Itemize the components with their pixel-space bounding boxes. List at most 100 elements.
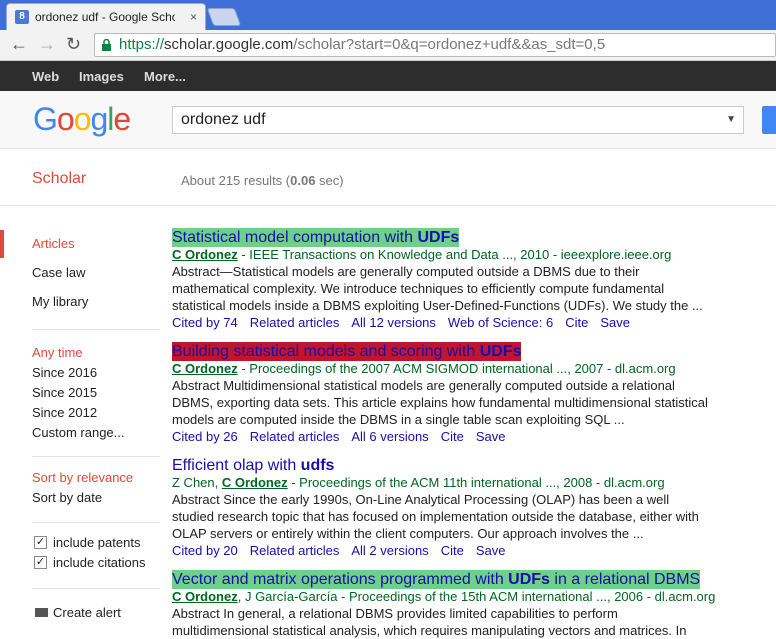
include-patents-checkbox[interactable]: ✓ bbox=[34, 536, 47, 549]
related-articles-link[interactable]: Related articles bbox=[250, 429, 340, 444]
create-alert-link[interactable]: Create alert bbox=[53, 605, 121, 620]
result-links: Cited by 20 Related articles All 2 version… bbox=[172, 542, 776, 560]
google-logo[interactable]: Google bbox=[33, 101, 131, 138]
author-link[interactable]: C Ordonez bbox=[172, 247, 238, 262]
forward-arrow-icon[interactable]: → bbox=[38, 34, 56, 55]
cited-by-link[interactable]: Cited by 20 bbox=[172, 543, 238, 558]
results-prefix: About 215 results ( bbox=[181, 173, 291, 188]
related-articles-link[interactable]: Related articles bbox=[250, 543, 340, 558]
result-meta: C Ordonez - IEEE Transactions on Knowled… bbox=[172, 247, 776, 263]
sidebar-item-articles[interactable]: Articles bbox=[32, 236, 75, 251]
result-snippet: Abstract Multidimensional statistical mo… bbox=[172, 378, 708, 427]
sidebar-item-sort-relevance[interactable]: Sort by relevance bbox=[32, 470, 133, 485]
meta-text: - Proceedings of the 2007 ACM SIGMOD int… bbox=[237, 361, 676, 376]
title-bold: udfs bbox=[300, 457, 335, 474]
result-item: Vector and matrix operations programmed … bbox=[172, 570, 776, 639]
meta-text: , J García-García - Proceedings of the 1… bbox=[237, 589, 716, 604]
title-text-post: in a relational DBMS bbox=[549, 571, 701, 588]
active-indicator bbox=[0, 230, 4, 258]
divider bbox=[32, 329, 160, 330]
result-snippet: Abstract Since the early 1990s, On-Line … bbox=[172, 492, 699, 541]
header: Google ordonez udf ▼ bbox=[0, 91, 776, 149]
google-bar: Web Images More... bbox=[0, 61, 776, 91]
browser-tab-bar: 8 ordonez udf - Google Scho × bbox=[0, 0, 776, 30]
all-versions-link[interactable]: All 6 versions bbox=[351, 429, 428, 444]
result-title[interactable]: Building statistical models and scoring … bbox=[172, 342, 522, 361]
divider bbox=[32, 456, 160, 457]
scholar-label[interactable]: Scholar bbox=[32, 170, 86, 188]
result-snippet: Abstract—Statistical models are generall… bbox=[172, 264, 703, 313]
logo-letter: e bbox=[113, 101, 131, 137]
title-bold: UDFs bbox=[417, 229, 460, 246]
sidebar-item-any-time[interactable]: Any time bbox=[32, 345, 83, 360]
results-time: 0.06 bbox=[290, 173, 316, 188]
gbar-more-link[interactable]: More... bbox=[144, 69, 186, 84]
author-link[interactable]: C Ordonez bbox=[222, 475, 288, 490]
result-links: Cited by 74 Related articles All 12 versio… bbox=[172, 314, 776, 332]
include-citations-label[interactable]: include citations bbox=[53, 555, 146, 570]
logo-letter: o bbox=[73, 101, 92, 137]
browser-toolbar: ← → ↻ https://scholar.google.com/scholar… bbox=[0, 30, 776, 61]
save-link[interactable]: Save bbox=[476, 429, 506, 444]
sidebar: Articles Case law My library Any time Si… bbox=[0, 206, 160, 636]
author-link[interactable]: C Ordonez bbox=[172, 361, 238, 376]
search-input[interactable]: ordonez udf ▼ bbox=[172, 106, 744, 134]
envelope-icon bbox=[35, 608, 48, 617]
result-title[interactable]: Vector and matrix operations programmed … bbox=[172, 570, 701, 589]
cite-link[interactable]: Cite bbox=[441, 429, 464, 444]
sidebar-item-sort-date[interactable]: Sort by date bbox=[32, 490, 102, 505]
logo-letter: o bbox=[56, 101, 75, 137]
title-text: Statistical model computation with bbox=[172, 229, 418, 246]
gbar-web-link[interactable]: Web bbox=[32, 69, 59, 84]
title-bold: UDFs bbox=[508, 571, 550, 588]
all-versions-link[interactable]: All 12 versions bbox=[351, 315, 436, 330]
sidebar-item-my-library[interactable]: My library bbox=[32, 294, 88, 309]
result-links: Cited by 26 Related articles All 6 version… bbox=[172, 428, 776, 446]
cited-by-link[interactable]: Cited by 74 bbox=[172, 315, 238, 330]
all-versions-link[interactable]: All 2 versions bbox=[351, 543, 428, 558]
web-of-science-link[interactable]: Web of Science: 6 bbox=[448, 315, 553, 330]
cited-by-link[interactable]: Cited by 26 bbox=[172, 429, 238, 444]
result-meta: C Ordonez, J García-García - Proceedings… bbox=[172, 589, 776, 605]
result-title[interactable]: Efficient olap with udfs bbox=[172, 456, 334, 475]
url-host: scholar.google.com bbox=[164, 36, 294, 53]
browser-tab[interactable]: 8 ordonez udf - Google Scho × bbox=[6, 3, 206, 30]
meta-text: - IEEE Transactions on Knowledge and Dat… bbox=[237, 247, 672, 262]
include-citations-checkbox[interactable]: ✓ bbox=[34, 556, 47, 569]
divider bbox=[32, 588, 160, 589]
result-meta: C Ordonez - Proceedings of the 2007 ACM … bbox=[172, 361, 776, 377]
sidebar-item-since-2015[interactable]: Since 2015 bbox=[32, 385, 97, 400]
gbar-images-link[interactable]: Images bbox=[79, 69, 124, 84]
results-count: About 215 results (0.06 sec) bbox=[181, 173, 344, 188]
cite-link[interactable]: Cite bbox=[441, 543, 464, 558]
related-articles-link[interactable]: Related articles bbox=[250, 315, 340, 330]
search-query: ordonez udf bbox=[181, 111, 266, 128]
back-arrow-icon[interactable]: ← bbox=[10, 34, 28, 55]
include-patents-label[interactable]: include patents bbox=[53, 535, 140, 550]
new-tab-button[interactable] bbox=[206, 8, 242, 26]
result-item: Efficient olap with udfs Z Chen, C Ordon… bbox=[172, 456, 776, 560]
title-text: Vector and matrix operations programmed … bbox=[172, 571, 509, 588]
title-bold: UDFs bbox=[479, 343, 522, 360]
result-item: Building statistical models and scoring … bbox=[172, 342, 776, 446]
search-button[interactable] bbox=[762, 106, 776, 134]
result-title[interactable]: Statistical model computation with UDFs bbox=[172, 228, 460, 247]
sidebar-item-custom-range[interactable]: Custom range... bbox=[32, 425, 125, 440]
logo-letter: g bbox=[90, 101, 108, 137]
cite-link[interactable]: Cite bbox=[565, 315, 588, 330]
author-link[interactable]: C Ordonez bbox=[172, 589, 238, 604]
save-link[interactable]: Save bbox=[476, 543, 506, 558]
save-link[interactable]: Save bbox=[600, 315, 630, 330]
search-dropdown-icon[interactable]: ▼ bbox=[726, 107, 736, 133]
tab-close-icon[interactable]: × bbox=[190, 10, 197, 24]
reload-icon[interactable]: ↻ bbox=[66, 34, 81, 55]
subheader: Scholar About 215 results (0.06 sec) bbox=[0, 150, 776, 206]
title-text: Building statistical models and scoring … bbox=[172, 343, 480, 360]
results-suffix: sec) bbox=[315, 173, 344, 188]
scholar-favicon-icon: 8 bbox=[15, 10, 29, 24]
sidebar-item-since-2012[interactable]: Since 2012 bbox=[32, 405, 97, 420]
result-snippet: Abstract In general, a relational DBMS p… bbox=[172, 606, 687, 638]
address-bar[interactable]: https://scholar.google.com/scholar?start… bbox=[94, 33, 776, 57]
sidebar-item-since-2016[interactable]: Since 2016 bbox=[32, 365, 97, 380]
sidebar-item-case-law[interactable]: Case law bbox=[32, 265, 85, 280]
